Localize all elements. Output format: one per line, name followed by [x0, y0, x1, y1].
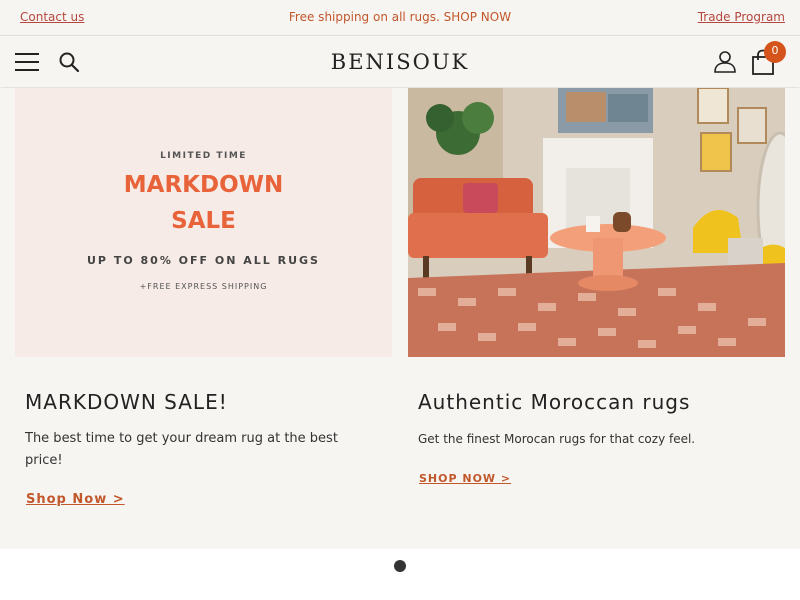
banner-shipping: +FREE EXPRESS SHIPPING [139, 282, 268, 291]
card-description: Get the finest Morocan rugs for that coz… [418, 432, 696, 446]
markdown-sale-banner[interactable]: LIMITED TIME MARKDOWN SALE UP TO 80% OFF… [15, 88, 392, 357]
site-header: BENISOUK 0 [0, 37, 800, 87]
cart-count-badge: 0 [764, 41, 786, 63]
living-room-photo[interactable] [408, 88, 785, 357]
banner-headline-line1: MARKDOWN [123, 172, 284, 198]
card-description: The best time to get your dream rug at t… [25, 431, 338, 468]
announcement-bar: Contact us Free shipping on all rugs. SH… [0, 0, 800, 36]
promo-card-moroccan: Authentic Moroccan rugs Get the finest M… [408, 88, 785, 485]
announcement-message: Free shipping on all rugs. SHOP NOW [0, 10, 800, 24]
banner-limited-time: LIMITED TIME [160, 151, 247, 161]
site-logo[interactable]: BENISOUK [0, 50, 800, 74]
card-title: MARKDOWN SALE! [25, 390, 228, 414]
living-room-illustration [408, 88, 785, 357]
banner-headline-line2: SALE [171, 208, 236, 234]
promo-slider: LIMITED TIME MARKDOWN SALE UP TO 80% OFF… [0, 88, 800, 549]
slider-dot-active[interactable] [394, 560, 406, 572]
announcement-shop-now-link[interactable]: SHOP NOW [444, 10, 511, 24]
promo-card-markdown: LIMITED TIME MARKDOWN SALE UP TO 80% OFF… [15, 88, 392, 507]
free-shipping-text: Free shipping on all rugs. [288, 10, 440, 24]
card-title: Authentic Moroccan rugs [418, 390, 691, 414]
shop-now-link[interactable]: SHOP NOW > [419, 472, 511, 485]
shop-now-link[interactable]: Shop Now > [26, 492, 125, 507]
user-icon[interactable] [713, 49, 737, 73]
trade-program-link[interactable]: Trade Program [698, 10, 785, 24]
banner-offer: UP TO 80% OFF ON ALL RUGS [87, 254, 320, 267]
